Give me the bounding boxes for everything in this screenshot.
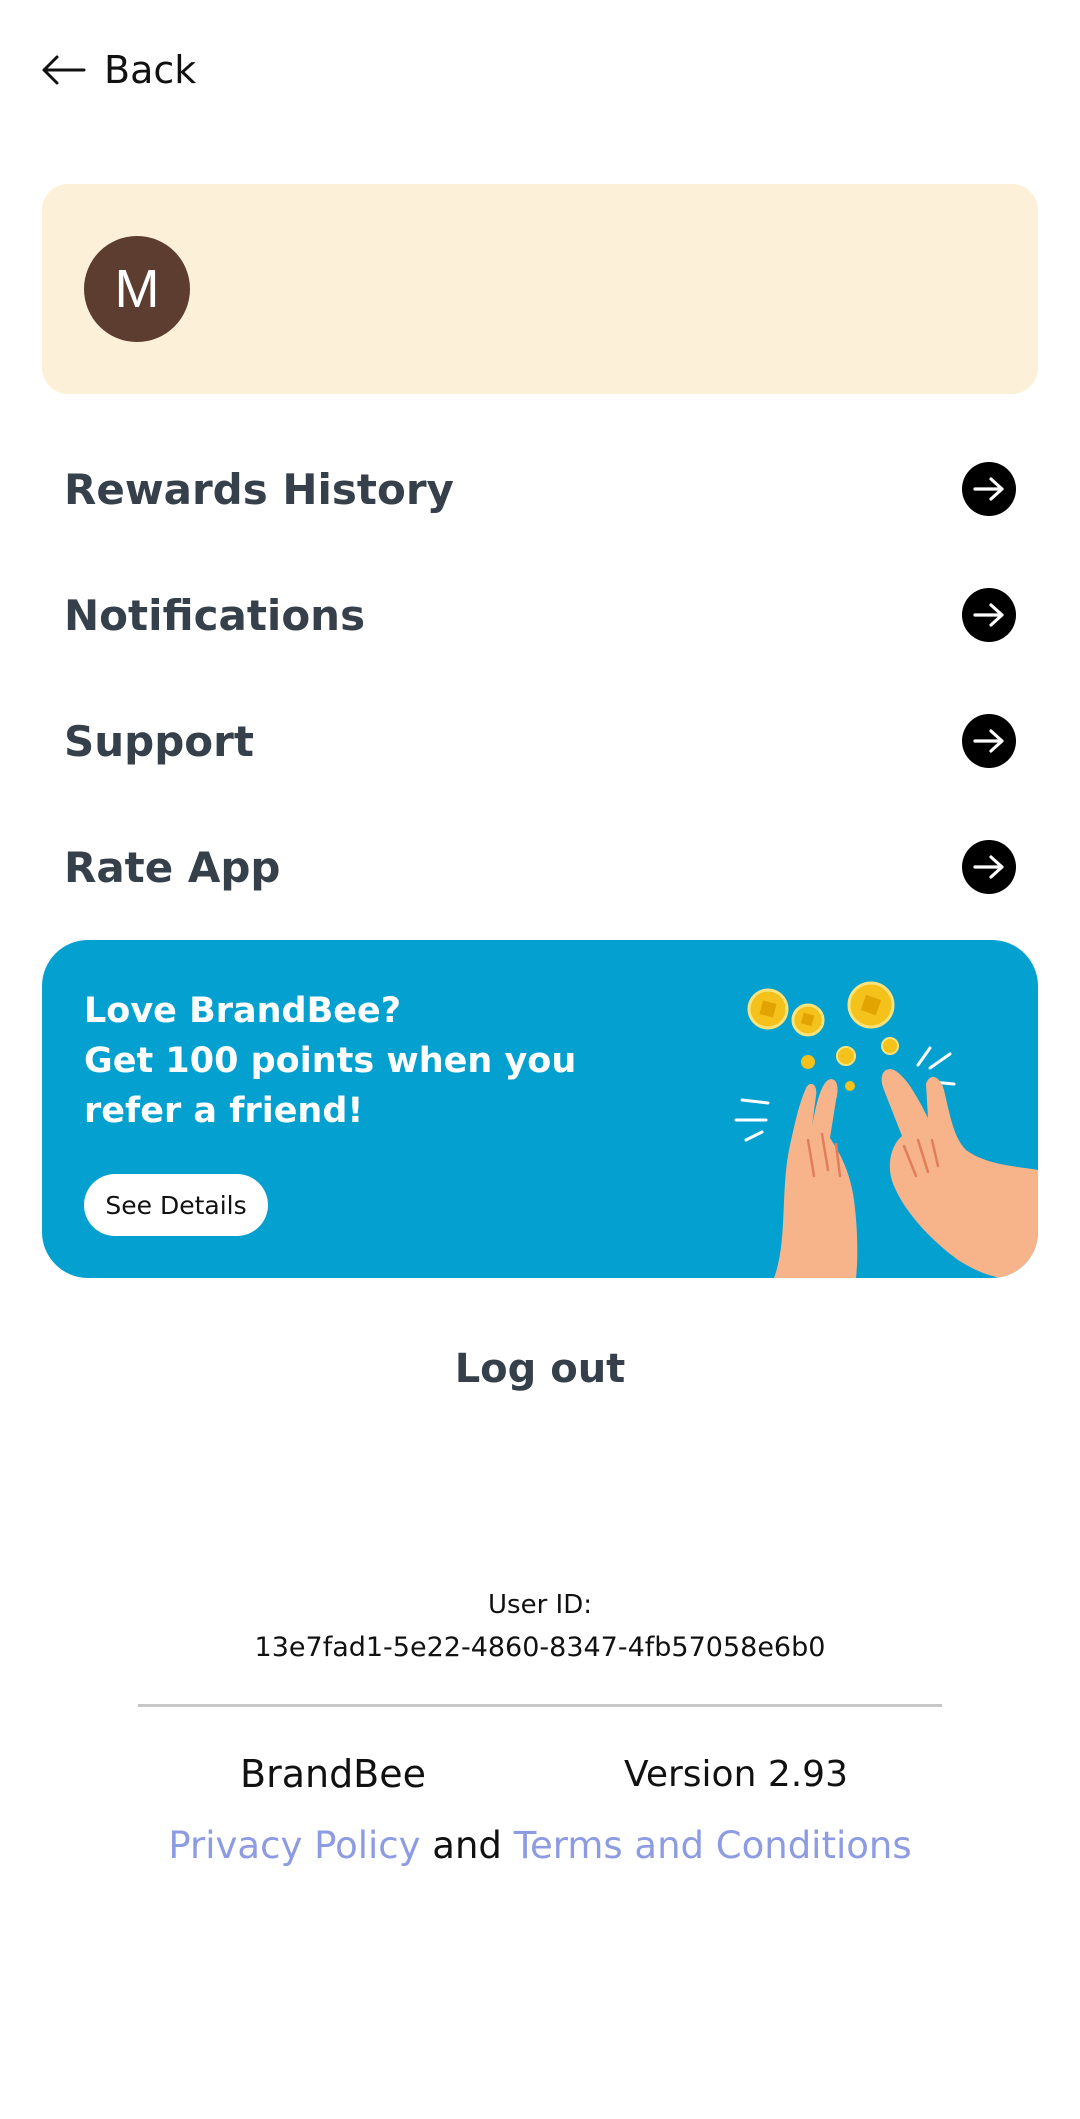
user-id-value: 13e7fad1-5e22-4860-8347-4fb57058e6b0 [254,1632,826,1663]
referral-title: Love BrandBee? Get 100 points when you r… [84,986,604,1136]
legal-links: Privacy Policy and Terms and Conditions [0,1824,1080,1867]
avatar: M [84,236,190,342]
menu-item-support[interactable]: Support [42,678,1038,804]
referral-banner[interactable]: Love BrandBee? Get 100 points when you r… [42,940,1038,1278]
privacy-policy-link[interactable]: Privacy Policy [168,1824,420,1867]
arrow-right-circle-icon[interactable] [962,840,1016,894]
menu-item-rate-app[interactable]: Rate App [42,804,1038,930]
settings-menu: Rewards History Notifications Support Ra… [42,426,1038,930]
referral-line-2: Get 100 points when you [84,1041,577,1081]
see-details-button[interactable]: See Details [84,1174,268,1236]
terms-and-conditions-link[interactable]: Terms and Conditions [514,1824,912,1867]
menu-item-rewards-history[interactable]: Rewards History [42,426,1038,552]
logout-button[interactable]: Log out [0,1346,1080,1392]
menu-item-notifications[interactable]: Notifications [42,552,1038,678]
referral-line-3: refer a friend! [84,1091,364,1131]
app-version: Version 2.93 [624,1754,848,1795]
profile-card: M [42,184,1038,394]
arrow-right-circle-icon[interactable] [962,714,1016,768]
menu-item-label: Rewards History [64,464,454,514]
high-five-coins-illustration [734,981,1038,1278]
arrow-right-circle-icon[interactable] [962,462,1016,516]
arrow-left-icon [42,55,86,85]
footer-brand-row: BrandBee Version 2.93 [0,1752,1080,1802]
user-id-label: User ID: [488,1590,592,1620]
menu-item-label: Notifications [64,590,366,640]
brand-name: BrandBee [240,1752,427,1796]
menu-item-label: Support [64,716,254,766]
legal-and-text: and [432,1824,502,1867]
arrow-right-circle-icon[interactable] [962,588,1016,642]
menu-item-label: Rate App [64,842,281,892]
footer-divider [138,1704,942,1707]
back-label: Back [104,48,197,92]
referral-line-1: Love BrandBee? [84,991,402,1031]
back-button[interactable]: Back [40,44,196,96]
